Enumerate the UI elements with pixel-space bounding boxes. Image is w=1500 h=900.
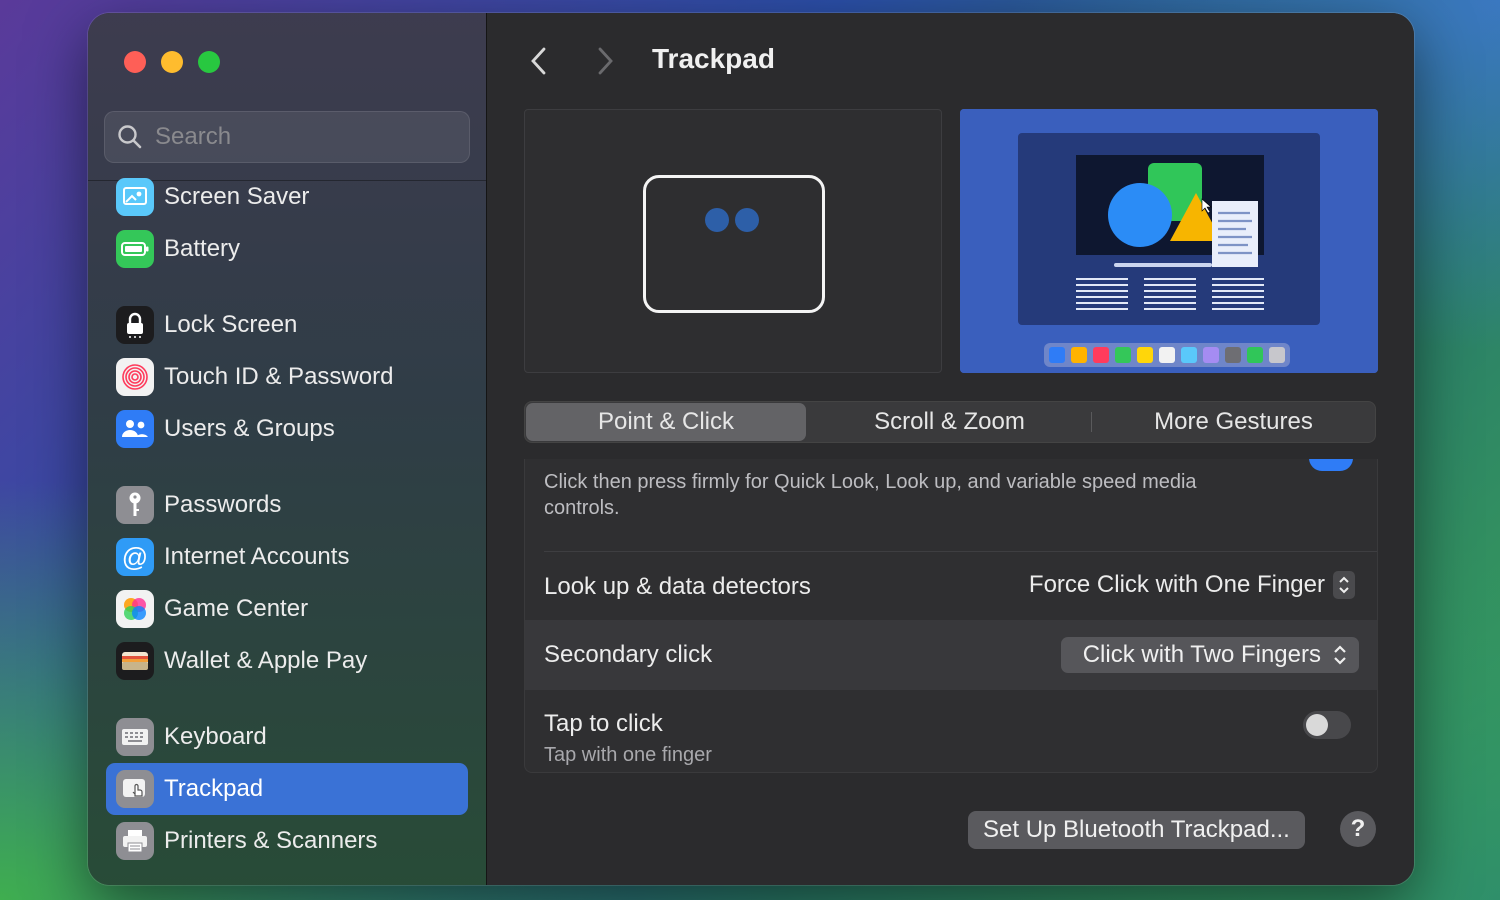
force-click-description: Click then press firmly for Quick Look, … [544, 471, 1197, 519]
key-icon [116, 486, 154, 524]
tap-to-click-toggle[interactable] [1303, 711, 1351, 739]
finger-dot-icon [705, 208, 729, 232]
force-click-row: Click then press firmly for Quick Look, … [525, 459, 1377, 551]
trackpad-illustration-icon [643, 175, 825, 313]
window-controls [124, 51, 220, 73]
search-icon [118, 125, 142, 149]
help-button[interactable]: ? [1340, 811, 1376, 847]
sidebar-item-lock-screen[interactable]: Lock Screen [106, 299, 468, 351]
sidebar-item-label: Screen Saver [164, 183, 310, 210]
sidebar-item-touch-id-password[interactable]: Touch ID & Password [106, 351, 468, 403]
secondary-click-label: Secondary click [544, 641, 713, 668]
lookup-value: Force Click with One Finger [1028, 571, 1325, 598]
finger-dot-icon [735, 208, 759, 232]
battery-icon [116, 230, 154, 268]
zoom-window-button[interactable] [198, 51, 220, 73]
gesture-illustration [524, 109, 942, 373]
sidebar-item-label: Keyboard [164, 723, 267, 750]
gesture-preview-video [960, 109, 1378, 373]
tab-scroll-zoom[interactable]: Scroll & Zoom [808, 402, 1091, 442]
trackpad-icon [116, 770, 154, 808]
keyboard-icon [116, 718, 154, 756]
lookup-row: Look up & data detectors Force Click wit… [525, 552, 1377, 620]
lock-icon [116, 306, 154, 344]
users-icon [116, 410, 154, 448]
close-window-button[interactable] [124, 51, 146, 73]
sidebar-item-keyboard[interactable]: Keyboard [106, 711, 468, 763]
chevron-up-down-icon [1333, 571, 1355, 599]
chevron-left-icon [531, 47, 546, 75]
sidebar-item-trackpad[interactable]: Trackpad [106, 763, 468, 815]
toggle-knob [1306, 714, 1328, 736]
segmented-tabs: Point & Click Scroll & Zoom More Gesture… [524, 401, 1376, 443]
search-field[interactable] [104, 111, 470, 163]
system-settings-window: Screen Saver Battery Lock Screen Touch I… [88, 13, 1414, 885]
tab-more-gestures[interactable]: More Gestures [1092, 402, 1375, 442]
search-input[interactable] [153, 122, 457, 152]
printer-icon [116, 822, 154, 860]
sidebar-item-label: Battery [164, 235, 241, 262]
secondary-click-popup[interactable]: Click with Two Fingers [1060, 637, 1359, 673]
chevron-right-icon [598, 47, 613, 75]
forward-button[interactable] [587, 43, 623, 79]
fingerprint-icon [116, 358, 154, 396]
sidebar-item-label: Users & Groups [164, 415, 335, 442]
sidebar-item-internet-accounts[interactable]: @ Internet Accounts [106, 531, 468, 583]
sidebar-item-users-groups[interactable]: Users & Groups [106, 403, 468, 455]
page-title: Trackpad [652, 43, 775, 74]
lookup-label: Look up & data detectors [544, 573, 811, 600]
tab-point-click[interactable]: Point & Click [526, 403, 806, 441]
sidebar-item-label: Passwords [164, 491, 282, 518]
sidebar-item-label: Lock Screen [164, 311, 298, 338]
wallet-icon [116, 642, 154, 680]
sidebar-item-label: Internet Accounts [164, 543, 350, 570]
chevron-up-down-icon [1334, 645, 1346, 665]
game-center-icon [116, 590, 154, 628]
desktop-preview-image [960, 109, 1378, 373]
sidebar-item-screen-saver[interactable]: Screen Saver [106, 171, 468, 223]
sidebar-item-printers-scanners[interactable]: Printers & Scanners [106, 815, 468, 867]
main-content: Trackpad Point & Click Scroll & Zoom Mor… [487, 13, 1414, 885]
minimize-window-button[interactable] [161, 51, 183, 73]
sidebar-item-game-center[interactable]: Game Center [106, 583, 468, 635]
lookup-popup[interactable]: Force Click with One Finger [1029, 571, 1355, 599]
sidebar-item-wallet-apple-pay[interactable]: Wallet & Apple Pay [106, 635, 468, 687]
setup-bluetooth-trackpad-button[interactable]: Set Up Bluetooth Trackpad... [968, 811, 1305, 849]
sidebar-item-label: Wallet & Apple Pay [164, 647, 368, 674]
tap-to-click-label: Tap to click [544, 710, 663, 737]
secondary-click-row: Secondary click Click with Two Fingers [525, 620, 1377, 690]
sidebar-item-label: Printers & Scanners [164, 827, 378, 854]
back-button[interactable] [521, 43, 557, 79]
sidebar-item-label: Touch ID & Password [164, 363, 394, 390]
sidebar-item-passwords[interactable]: Passwords [106, 479, 468, 531]
sidebar-item-battery[interactable]: Battery [106, 223, 468, 275]
tap-to-click-sublabel: Tap with one finger [544, 744, 712, 766]
tap-to-click-row: Tap to click Tap with one finger [525, 690, 1377, 772]
sidebar-item-label: Game Center [164, 595, 309, 622]
force-click-toggle[interactable] [1309, 459, 1353, 471]
at-icon: @ [116, 538, 154, 576]
sidebar: Screen Saver Battery Lock Screen Touch I… [88, 13, 487, 885]
screen-saver-icon [116, 178, 154, 216]
settings-list: Click then press firmly for Quick Look, … [524, 459, 1378, 773]
secondary-click-value: Click with Two Fingers [1082, 641, 1321, 668]
sidebar-item-label: Trackpad [164, 775, 264, 802]
